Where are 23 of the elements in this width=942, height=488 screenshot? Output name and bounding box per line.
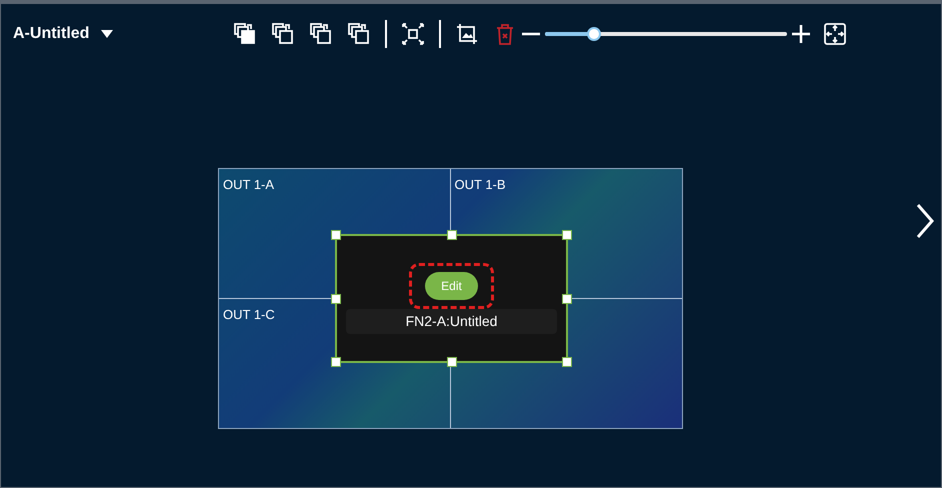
resize-handle[interactable] xyxy=(331,294,341,304)
resize-handle[interactable] xyxy=(447,357,457,367)
resize-handle[interactable] xyxy=(447,230,457,240)
fit-screen-icon[interactable] xyxy=(401,22,426,46)
zoom-in-icon[interactable] xyxy=(791,24,812,44)
layout-title[interactable]: A-Untitled xyxy=(13,22,90,46)
output-label: OUT 1-B xyxy=(454,177,506,192)
bring-forward-icon[interactable] xyxy=(271,22,296,46)
resize-handle[interactable] xyxy=(562,357,572,367)
window-label: FN2-A:Untitled xyxy=(346,309,558,334)
zoom-slider[interactable] xyxy=(545,27,788,41)
resize-handle[interactable] xyxy=(562,230,572,240)
resize-handle[interactable] xyxy=(331,230,341,240)
dropdown-caret-icon[interactable] xyxy=(101,30,114,38)
resize-handle[interactable] xyxy=(331,357,341,367)
output-label: OUT 1-C xyxy=(223,306,275,322)
bring-to-front-icon[interactable] xyxy=(233,22,258,46)
resize-handle[interactable] xyxy=(562,294,572,304)
send-backward-icon[interactable] xyxy=(309,22,334,46)
center-view-icon[interactable] xyxy=(823,22,848,46)
output-label: OUT 1-A xyxy=(223,177,274,192)
send-to-back-icon[interactable] xyxy=(347,22,372,46)
image-crop-icon[interactable] xyxy=(455,22,480,46)
